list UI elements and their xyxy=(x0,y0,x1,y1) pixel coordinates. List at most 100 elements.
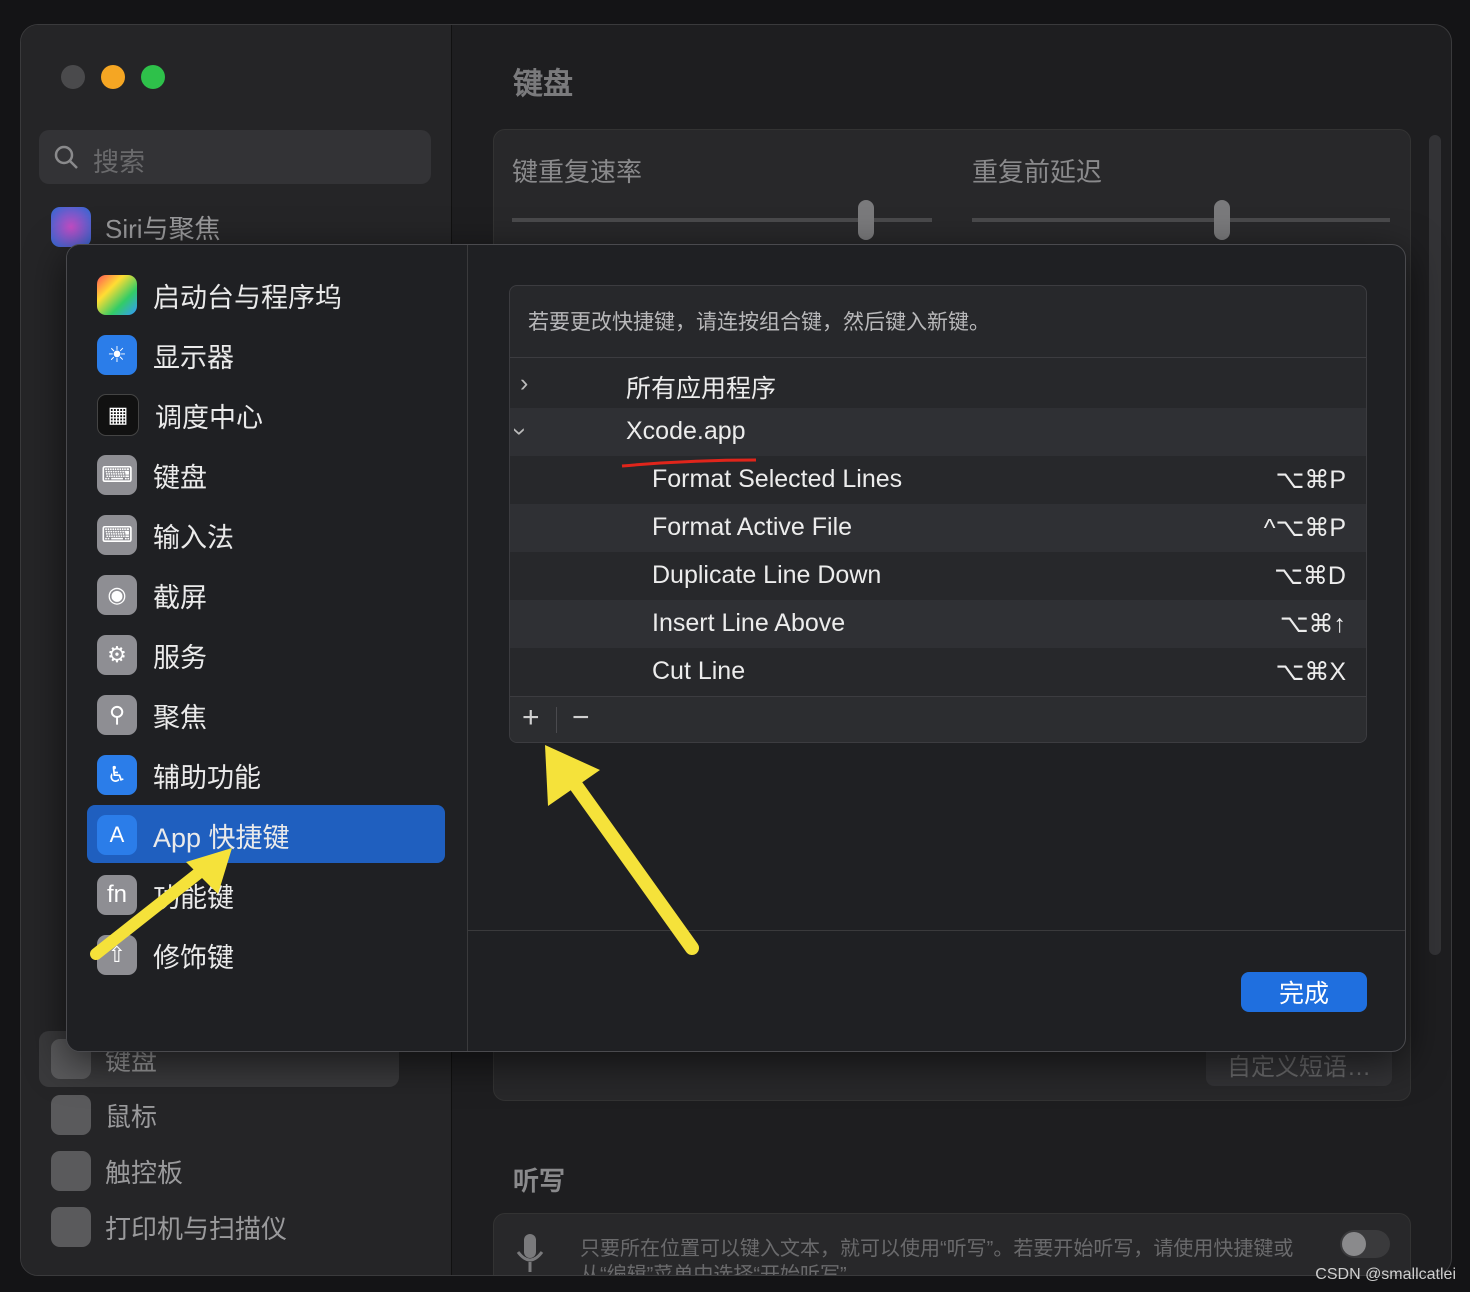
sidebar-item-label: Siri与聚焦 xyxy=(105,213,221,244)
shortcut-name: Cut Line xyxy=(652,657,746,685)
sidebar-item-mission-control[interactable]: ▦ 调度中心 xyxy=(97,387,263,443)
group-row-xcode[interactable]: › Xcode.app xyxy=(510,408,1366,456)
shortcut-keys[interactable]: ^⌥⌘P xyxy=(1264,513,1346,543)
delay-label: 重复前延迟 xyxy=(972,157,1103,187)
sidebar-item-label: 辅助功能 xyxy=(153,762,261,793)
app-store-icon: A xyxy=(97,815,137,855)
close-button[interactable] xyxy=(61,65,85,89)
shortcut-row[interactable]: Format Selected Lines ⌥⌘P xyxy=(510,456,1366,504)
group-label: 所有应用程序 xyxy=(626,375,777,403)
group-row-all-apps[interactable]: › 所有应用程序 xyxy=(510,360,1366,408)
launchpad-icon xyxy=(97,275,137,315)
sidebar-item-screenshots[interactable]: ◉ 截屏 xyxy=(97,567,207,623)
sidebar-item-services[interactable]: ⚙ 服务 xyxy=(97,627,207,683)
sidebar-item-label: 功能键 xyxy=(153,882,234,913)
toolbar-divider xyxy=(556,707,557,733)
chevron-down-icon: › xyxy=(509,427,535,436)
mission-control-icon: ▦ xyxy=(97,394,139,436)
search-field[interactable]: 搜索 xyxy=(39,130,431,184)
repeat-rate-label: 键重复速率 xyxy=(512,157,643,187)
sidebar-item-accessibility[interactable]: ♿ 辅助功能 xyxy=(97,747,261,803)
sidebar-item-spotlight[interactable]: ⚲ 聚焦 xyxy=(97,687,207,743)
sidebar-item-modifier-keys[interactable]: ⇧ 修饰键 xyxy=(97,927,234,983)
shortcut-keys[interactable]: ⌥⌘P xyxy=(1276,465,1346,495)
sidebar-item-label: 服务 xyxy=(153,642,207,673)
dictation-description: 只要所在位置可以键入文本，就可以使用“听写”。若要开始听写，请使用快捷键或 xyxy=(580,1238,1294,1260)
sidebar-item-launchpad-dock[interactable]: 启动台与程序坞 xyxy=(97,267,342,323)
camera-icon: ◉ xyxy=(97,575,137,615)
sidebar-item-displays[interactable]: ☀ 显示器 xyxy=(97,327,234,383)
sidebar-item-mouse[interactable]: 鼠标 xyxy=(51,1093,157,1137)
footer-divider xyxy=(467,930,1405,931)
sidebar-item-app-shortcuts[interactable]: A App 快捷键 xyxy=(97,807,290,863)
header-divider xyxy=(510,357,1366,358)
dictation-description-2: 从“编辑”菜单中选择“开始听写”。 xyxy=(580,1264,867,1276)
shortcut-keys[interactable]: ⌥⌘↑ xyxy=(1280,609,1346,639)
page-title: 键盘 xyxy=(513,68,573,101)
delay-slider[interactable] xyxy=(972,218,1390,222)
keyboard-icon: ⌨ xyxy=(97,455,137,495)
delay-knob[interactable] xyxy=(1214,200,1230,240)
trackpad-icon xyxy=(51,1151,91,1191)
sidebar-item-label: 输入法 xyxy=(153,522,234,553)
shortcut-row[interactable]: Insert Line Above ⌥⌘↑ xyxy=(510,600,1366,648)
search-placeholder: 搜索 xyxy=(93,147,146,177)
sidebar-item-label: 截屏 xyxy=(153,582,207,613)
scrollbar[interactable] xyxy=(1429,135,1441,955)
printer-icon xyxy=(51,1207,91,1247)
shortcuts-sheet: 启动台与程序坞 ☀ 显示器 ▦ 调度中心 ⌨ 键盘 ⌨ 输入法 ◉ 截屏 ⚙ 服… xyxy=(66,244,1406,1052)
sidebar-item-function-keys[interactable]: fn 功能键 xyxy=(97,867,234,923)
dictation-toggle[interactable] xyxy=(1340,1230,1390,1258)
sidebar-item-label: 鼠标 xyxy=(105,1101,158,1132)
sidebar-item-printers[interactable]: 打印机与扫描仪 xyxy=(51,1205,287,1249)
shortcut-name: Duplicate Line Down xyxy=(652,561,882,589)
mouse-icon xyxy=(51,1095,91,1135)
shortcut-row[interactable]: Duplicate Line Down ⌥⌘D xyxy=(510,552,1366,600)
shortcut-row[interactable]: Format Active File ^⌥⌘P xyxy=(510,504,1366,552)
accessibility-icon: ♿ xyxy=(97,755,137,795)
shift-key-icon: ⇧ xyxy=(97,935,137,975)
sidebar-item-label: 触控板 xyxy=(105,1157,184,1188)
shortcut-keys[interactable]: ⌥⌘X xyxy=(1276,657,1346,687)
sun-icon: ☀ xyxy=(97,335,137,375)
toggle-knob xyxy=(1342,1232,1366,1256)
table-toolbar: + − xyxy=(510,696,1366,742)
remove-shortcut-button[interactable]: − xyxy=(572,701,590,735)
microphone-icon xyxy=(512,1232,548,1275)
shortcut-name: Format Active File xyxy=(652,513,853,541)
add-shortcut-button[interactable]: + xyxy=(522,701,540,735)
instruction-text: 若要更改快捷键，请连按组合键，然后键入新键。 xyxy=(528,311,990,334)
shortcut-name: Format Selected Lines xyxy=(652,465,903,493)
gears-icon: ⚙ xyxy=(97,635,137,675)
done-button[interactable]: 完成 xyxy=(1241,972,1367,1012)
sidebar-item-siri[interactable]: Siri与聚焦 xyxy=(51,205,221,249)
shortcuts-sidebar: 启动台与程序坞 ☀ 显示器 ▦ 调度中心 ⌨ 键盘 ⌨ 输入法 ◉ 截屏 ⚙ 服… xyxy=(67,245,468,1051)
sidebar-item-label: 聚焦 xyxy=(153,702,207,733)
shortcut-row[interactable]: Cut Line ⌥⌘X xyxy=(510,648,1366,696)
shortcuts-table: 若要更改快捷键，请连按组合键，然后键入新键。 › 所有应用程序 › Xcode.… xyxy=(509,285,1367,743)
shortcut-keys[interactable]: ⌥⌘D xyxy=(1274,561,1346,591)
sidebar-item-label: App 快捷键 xyxy=(153,822,290,853)
sidebar-item-input-sources[interactable]: ⌨ 输入法 xyxy=(97,507,234,563)
magnifier-icon: ⚲ xyxy=(97,695,137,735)
group-label: Xcode.app xyxy=(626,417,746,445)
sidebar-item-label: 键盘 xyxy=(153,462,207,493)
watermark: CSDN @smallcatlei xyxy=(1315,1266,1456,1283)
chevron-right-icon: › xyxy=(520,369,529,397)
sidebar-item-label: 启动台与程序坞 xyxy=(153,282,342,313)
sidebar-item-label: 修饰键 xyxy=(153,942,234,973)
sidebar-item-trackpad[interactable]: 触控板 xyxy=(51,1149,183,1193)
zoom-button[interactable] xyxy=(141,65,165,89)
repeat-rate-knob[interactable] xyxy=(858,200,874,240)
sidebar-item-label: 打印机与扫描仪 xyxy=(105,1213,288,1244)
search-icon xyxy=(54,145,78,169)
shortcut-name: Insert Line Above xyxy=(652,609,846,637)
keyboard-icon: ⌨ xyxy=(97,515,137,555)
dictation-card: 只要所在位置可以键入文本，就可以使用“听写”。若要开始听写，请使用快捷键或 从“… xyxy=(493,1213,1411,1276)
siri-icon xyxy=(51,207,91,247)
dictation-title: 听写 xyxy=(513,1166,566,1196)
minimize-button[interactable] xyxy=(101,65,125,89)
sidebar-item-label: 显示器 xyxy=(153,342,234,373)
fn-key-icon: fn xyxy=(97,875,137,915)
sidebar-item-keyboard[interactable]: ⌨ 键盘 xyxy=(97,447,207,503)
